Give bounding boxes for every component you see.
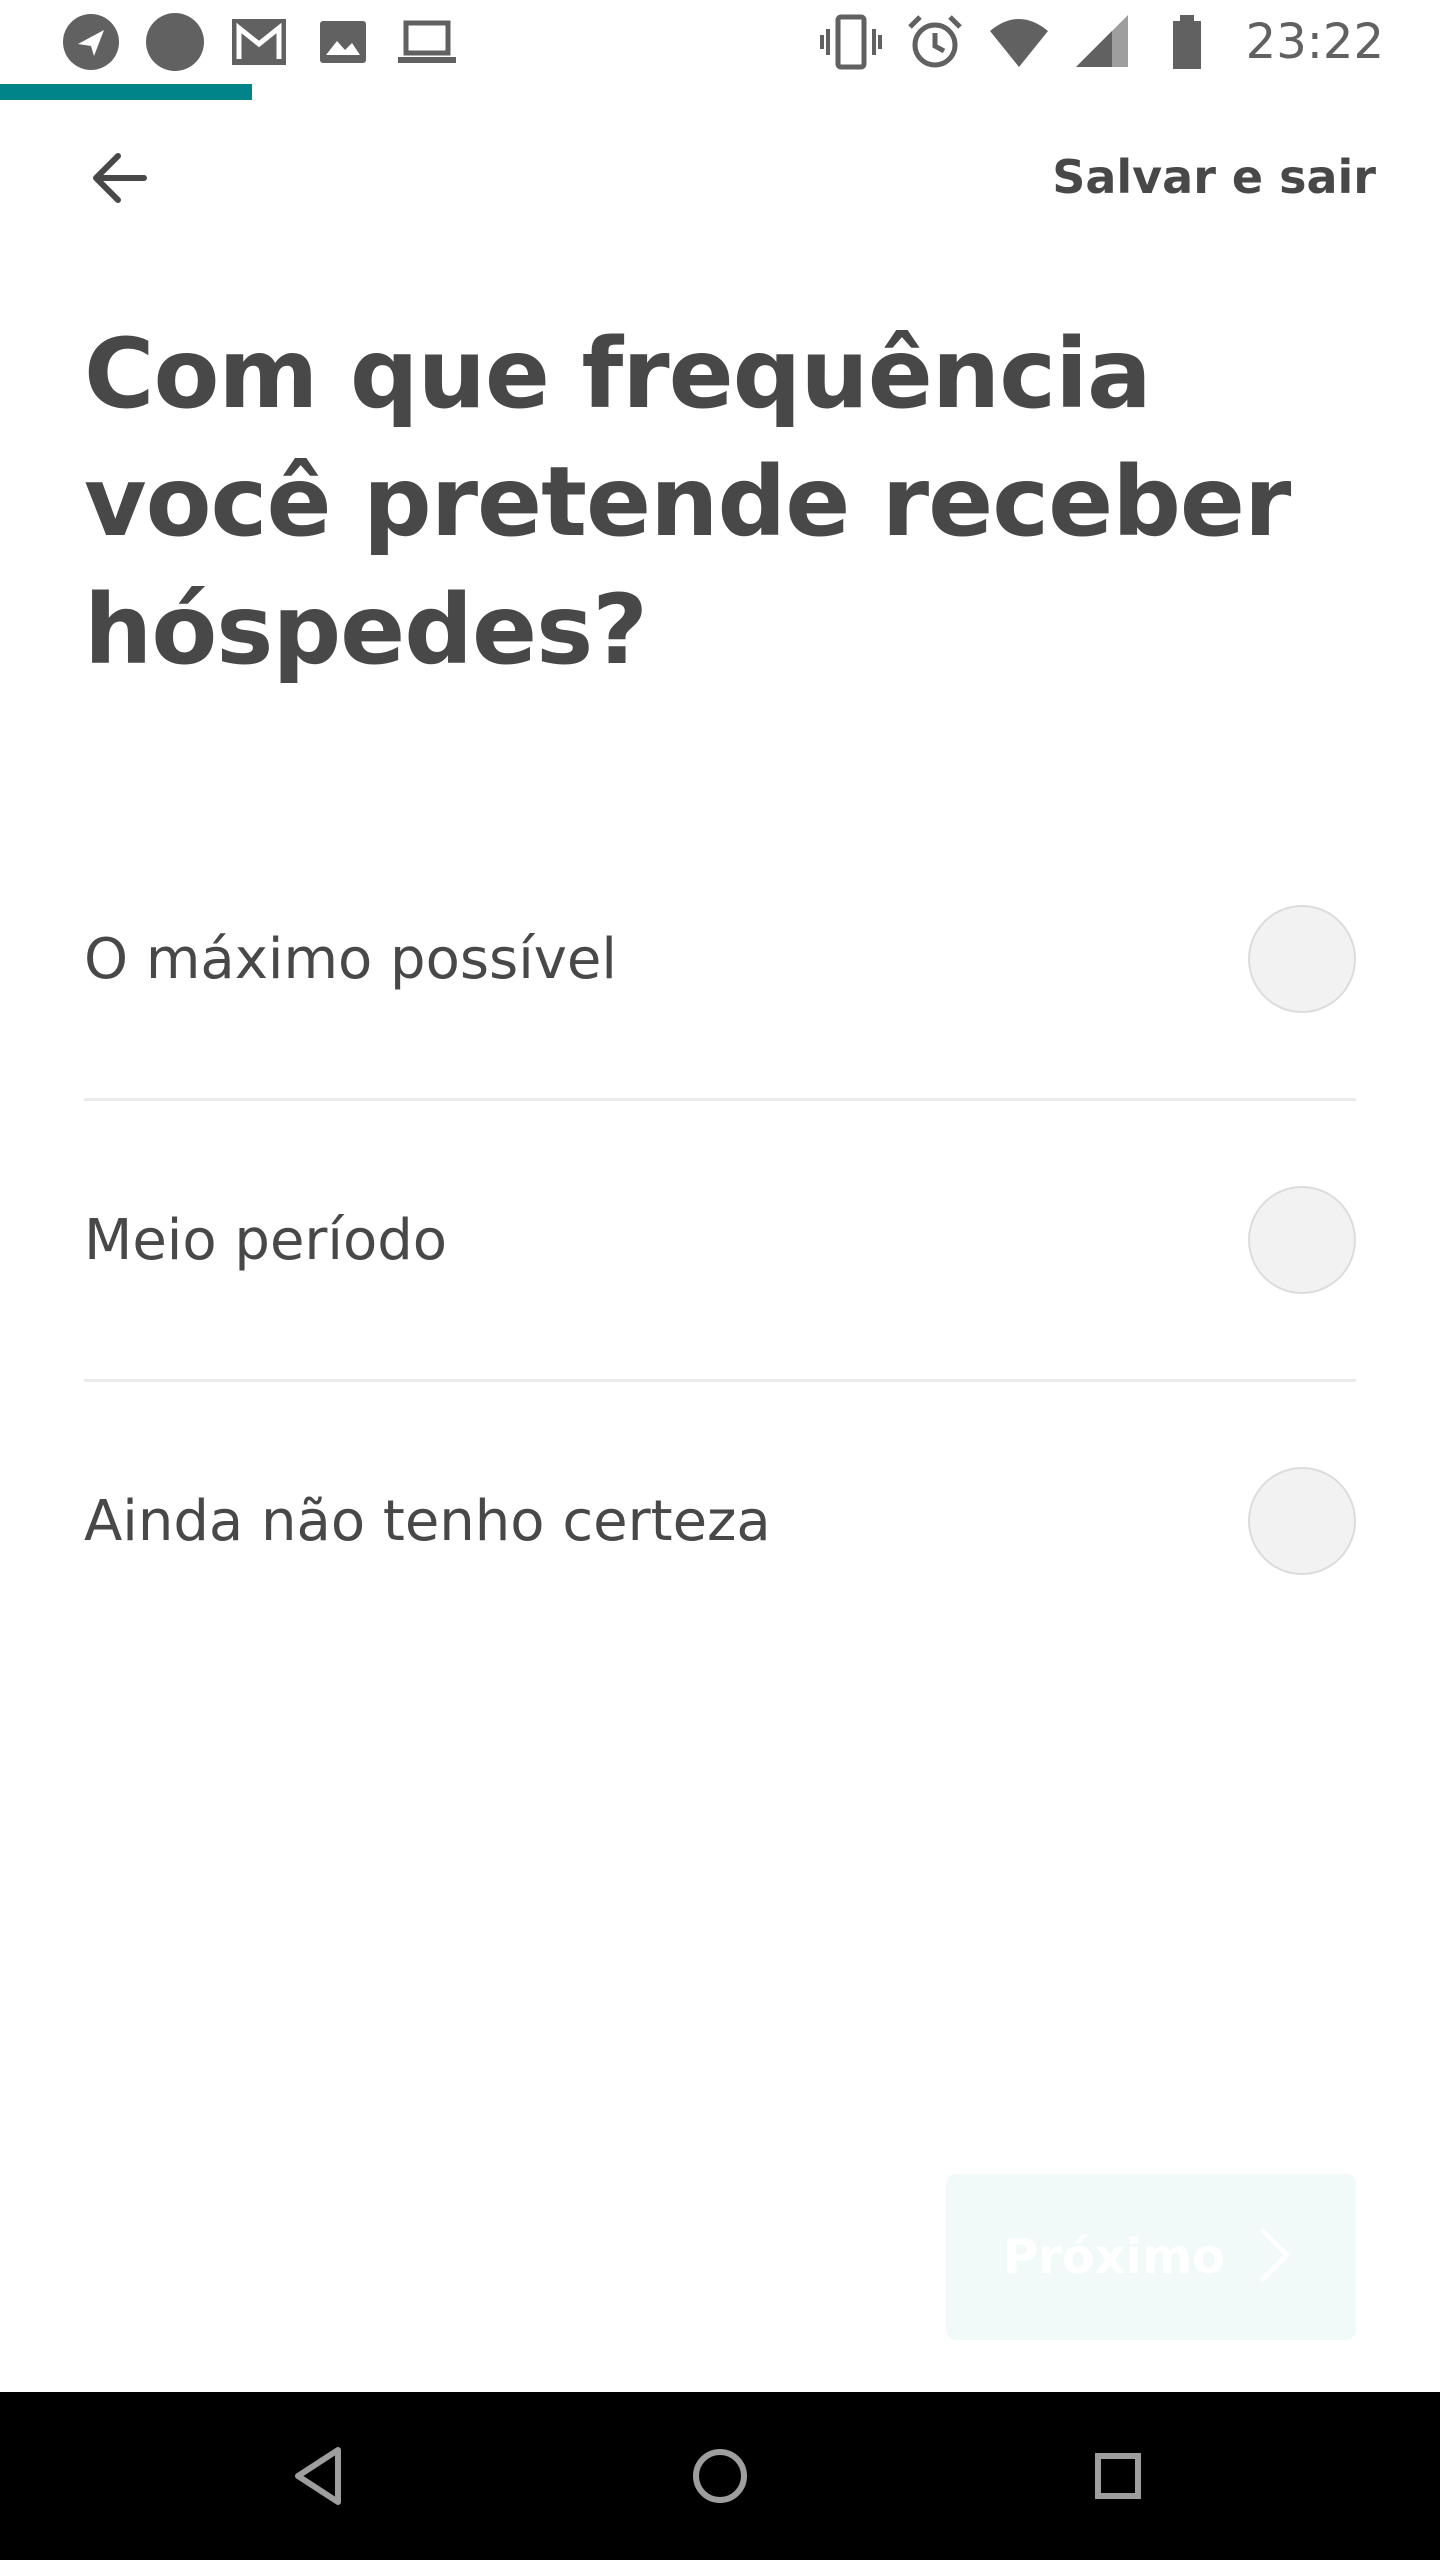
options-list: O máximo possível Meio período Ainda não… [84,820,1356,1660]
image-icon [312,11,374,73]
nav-recents-button[interactable] [1078,2436,1158,2516]
wifi-icon [988,11,1050,73]
battery-icon [1156,11,1218,73]
status-bar: 23:22 [0,0,1440,84]
home-circle-icon [680,2436,760,2516]
chevron-right-icon [1249,2225,1299,2289]
next-button-label: Próximo [1002,2229,1226,2285]
laptop-icon [396,11,458,73]
gmail-icon [228,11,290,73]
header: Salvar e sair [0,100,1440,265]
page-title: Com que frequência você pretende receber… [84,318,1291,686]
progress-bar [0,84,1440,100]
radio-button[interactable] [1248,905,1356,1013]
signal-icon [1072,11,1134,73]
screen: 23:22 Salvar e sair Com que frequência v… [0,0,1440,2560]
option-as-much-as-possible[interactable]: O máximo possível [84,820,1356,1098]
navigation-icon [60,11,122,73]
option-label: O máximo possível [84,926,617,992]
save-and-exit-button[interactable]: Salvar e sair [1052,150,1376,204]
progress-fill [0,84,252,100]
status-left-icons [60,12,458,72]
status-time: 23:22 [1245,14,1384,70]
alarm-icon [904,11,966,73]
option-label: Meio período [84,1207,448,1273]
back-triangle-icon [280,2436,360,2516]
radio-button[interactable] [1248,1467,1356,1575]
status-right-icons: 23:22 [819,11,1384,73]
next-button[interactable]: Próximo [946,2174,1356,2340]
system-nav-bar [0,2392,1440,2560]
option-not-sure-yet[interactable]: Ainda não tenho certeza [84,1382,1356,1660]
option-label: Ainda não tenho certeza [84,1488,771,1554]
radio-button[interactable] [1248,1186,1356,1294]
circle-icon [144,11,206,73]
nav-home-button[interactable] [680,2436,760,2516]
nav-back-button[interactable] [280,2436,360,2516]
arrow-left-icon [84,142,156,218]
back-button[interactable] [70,130,170,230]
vibrate-icon [819,11,882,73]
option-part-time[interactable]: Meio período [84,1101,1356,1379]
recents-square-icon [1078,2436,1158,2516]
